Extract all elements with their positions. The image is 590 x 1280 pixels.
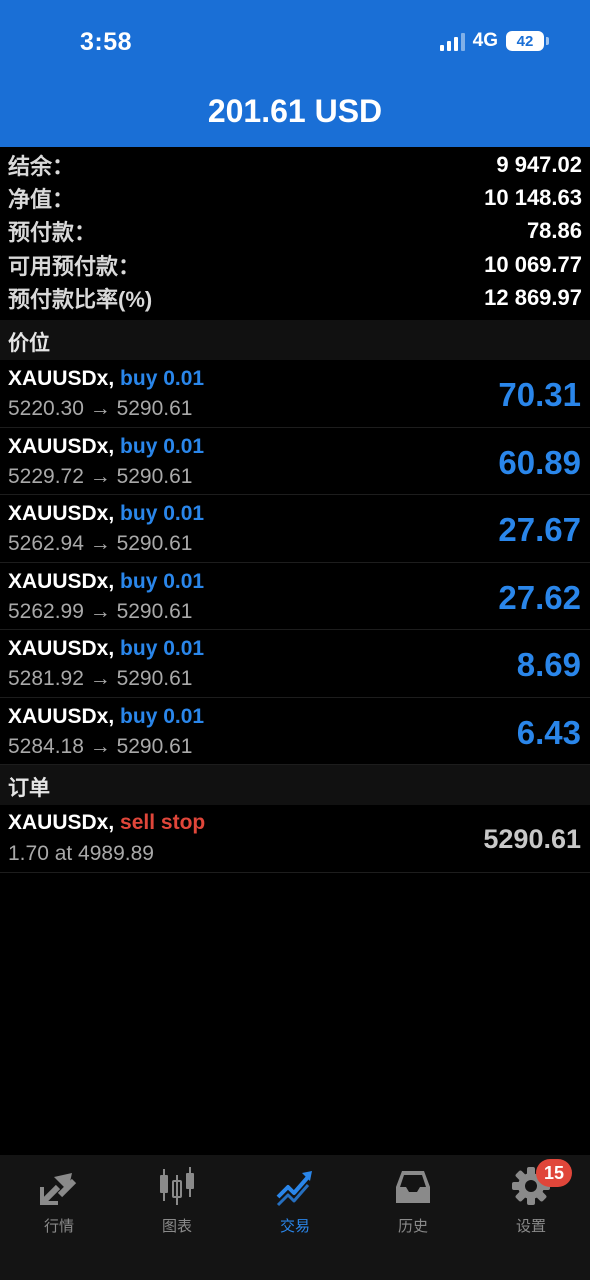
tab-label: 交易 <box>279 1218 310 1235</box>
tab-quotes[interactable]: 行情 <box>0 1155 118 1245</box>
summary-label: 预付款比率(%) <box>8 287 153 313</box>
position-prices: 5262.94 → 5290.61 <box>8 532 193 555</box>
position-action: buy 0.01 <box>120 434 205 458</box>
account-summary: 结余： 9 947.02 净值： 10 148.63 预付款： 78.86 可用… <box>0 148 590 315</box>
position-profit: 27.67 <box>498 511 581 548</box>
position-row[interactable]: XAUUSDx, buy 0.01 5281.92 → 5290.61 8.69 <box>0 630 590 698</box>
tab-settings[interactable]: 设置 15 <box>472 1155 590 1245</box>
position-profit: 60.89 <box>498 443 581 481</box>
position-symbol: XAUUSDx, <box>8 367 115 390</box>
tab-history[interactable]: 历史 <box>354 1155 472 1245</box>
signal-icon <box>439 31 465 51</box>
summary-row-margin-level: 预付款比率(%) 12 869.97 <box>0 282 590 315</box>
position-action: buy 0.01 <box>120 704 205 728</box>
position-row[interactable]: XAUUSDx, buy 0.01 5220.30 → 5290.61 70.3… <box>0 360 590 428</box>
tab-chart[interactable]: 图表 <box>118 1155 236 1245</box>
summary-value: 10 148.63 <box>484 185 582 211</box>
tab-trade[interactable]: 交易 <box>236 1155 354 1245</box>
tab-label: 历史 <box>397 1218 428 1235</box>
orders-list: XAUUSDx, sell stop 1.70 at 4989.89 5290.… <box>0 805 590 873</box>
position-row[interactable]: XAUUSDx, buy 0.01 5284.18 → 5290.61 6.43 <box>0 698 590 765</box>
page-title: 201.61 USD <box>207 93 383 129</box>
status-indicators: 4G 42 <box>439 30 549 52</box>
position-profit: 6.43 <box>516 713 581 751</box>
summary-row-equity: 净值： 10 148.63 <box>0 181 590 214</box>
summary-row-free-margin: 可用预付款： 10 069.77 <box>0 248 590 281</box>
summary-row-margin: 预付款： 78.86 <box>0 215 590 248</box>
status-time: 3:58 <box>80 28 133 56</box>
tab-label: 图表 <box>161 1218 192 1235</box>
trend-icon <box>276 1171 312 1207</box>
position-prices: 5284.18 → 5290.61 <box>8 734 193 758</box>
orders-section-header: 订单 <box>0 765 590 805</box>
inbox-icon <box>396 1171 430 1203</box>
order-price: 5290.61 <box>483 824 581 854</box>
summary-row-balance: 结余： 9 947.02 <box>0 148 590 181</box>
summary-label: 净值： <box>8 187 75 213</box>
positions-section-header: 价位 <box>0 320 590 360</box>
summary-label: 结余： <box>8 153 75 179</box>
order-row[interactable]: XAUUSDx, sell stop 1.70 at 4989.89 5290.… <box>0 805 590 873</box>
positions-list: XAUUSDx, buy 0.01 5220.30 → 5290.61 70.3… <box>0 360 590 765</box>
position-prices: 5220.30 → 5290.61 <box>8 397 193 420</box>
position-row[interactable]: XAUUSDx, buy 0.01 5229.72 → 5290.61 60.8… <box>0 428 590 495</box>
notification-badge: 15 <box>536 1159 572 1187</box>
summary-value: 12 869.97 <box>484 285 582 311</box>
summary-label: 可用预付款： <box>8 253 141 279</box>
position-action: buy 0.01 <box>120 367 205 390</box>
arrows-icon <box>40 1173 77 1205</box>
summary-value: 78.86 <box>526 218 582 244</box>
position-action: buy 0.01 <box>120 569 205 593</box>
position-prices: 5262.99 → 5290.61 <box>8 599 193 623</box>
candlestick-icon <box>160 1167 194 1205</box>
position-symbol: XAUUSDx, <box>8 704 115 728</box>
header-bar: 3:58 4G 42 201.61 USD <box>0 0 590 147</box>
summary-value: 10 069.77 <box>484 251 582 277</box>
order-symbol: XAUUSDx, <box>8 811 115 834</box>
position-symbol: XAUUSDx, <box>8 637 115 660</box>
position-row[interactable]: XAUUSDx, buy 0.01 5262.99 → 5290.61 27.6… <box>0 563 590 630</box>
summary-value: 9 947.02 <box>496 151 582 177</box>
tab-label: 设置 <box>515 1218 546 1235</box>
tab-label: 行情 <box>43 1218 74 1235</box>
position-profit: 70.31 <box>498 376 581 413</box>
position-prices: 5229.72 → 5290.61 <box>8 464 193 488</box>
position-prices: 5281.92 → 5290.61 <box>8 667 193 690</box>
bottom-tab-bar: 行情 图表 交易 历史 设置 15 <box>0 1155 590 1280</box>
summary-label: 预付款： <box>8 220 97 246</box>
position-symbol: XAUUSDx, <box>8 434 115 458</box>
position-profit: 8.69 <box>516 646 581 683</box>
position-symbol: XAUUSDx, <box>8 569 115 593</box>
position-action: buy 0.01 <box>120 637 205 660</box>
order-action: sell stop <box>120 811 206 834</box>
order-detail: 1.70 at 4989.89 <box>8 842 154 865</box>
position-symbol: XAUUSDx, <box>8 502 115 525</box>
battery-icon: 42 <box>506 31 549 51</box>
network-type: 4G <box>472 30 498 51</box>
position-row[interactable]: XAUUSDx, buy 0.01 5262.94 → 5290.61 27.6… <box>0 495 590 563</box>
position-action: buy 0.01 <box>120 502 205 525</box>
position-profit: 27.62 <box>498 578 581 616</box>
